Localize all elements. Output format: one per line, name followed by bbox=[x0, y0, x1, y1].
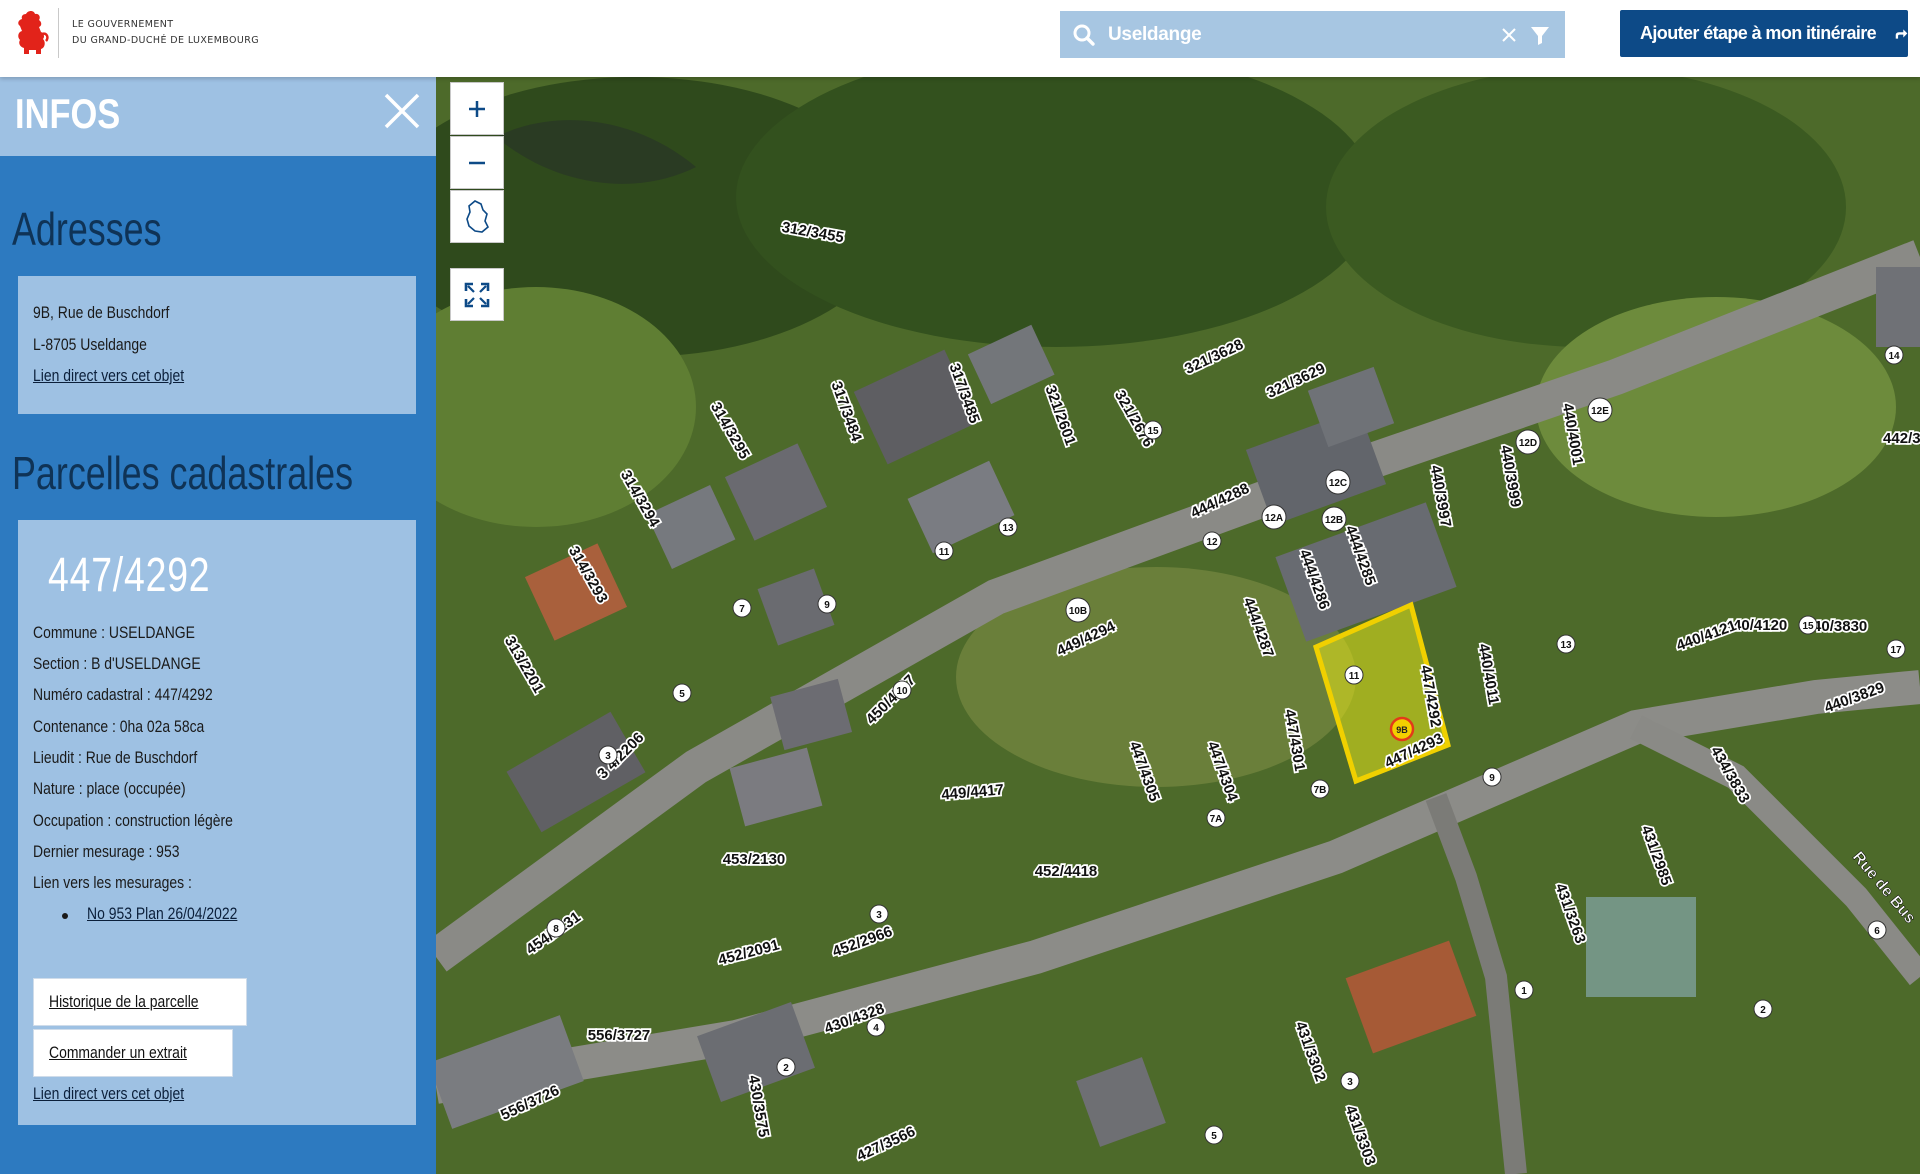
house-number: 8 bbox=[553, 924, 559, 935]
zoom-out-button[interactable] bbox=[450, 136, 504, 189]
parcel-card: 447/4292 Commune : USELDANGE Section : B… bbox=[18, 520, 416, 1125]
house-number: 12A bbox=[1265, 513, 1283, 524]
parcel-dernier-mesurage: Dernier mesurage : 953 bbox=[33, 842, 180, 861]
house-number: 12B bbox=[1325, 515, 1343, 526]
house-number: 1 bbox=[1521, 986, 1527, 997]
addresses-title: Adresses bbox=[12, 203, 162, 255]
map-view[interactable]: 9B 312/3455 317/3485 317/3484 314/3295 314/3… bbox=[436, 77, 1920, 1174]
parcel-commune: Commune : USELDANGE bbox=[33, 623, 195, 642]
house-number: 12C bbox=[1329, 478, 1347, 489]
add-itinerary-step-button[interactable]: Ajouter étape à mon itinéraire bbox=[1620, 10, 1908, 57]
bullet-dot bbox=[62, 913, 68, 919]
country-extent-button[interactable] bbox=[450, 190, 504, 243]
luxembourg-outline-icon bbox=[466, 199, 489, 233]
logo-divider bbox=[58, 8, 59, 58]
address-line-2: L-8705 Useldange bbox=[33, 335, 147, 354]
house-number: 2 bbox=[783, 1063, 789, 1074]
order-extract-button[interactable]: Commander un extrait bbox=[33, 1029, 234, 1077]
house-number: 6 bbox=[1874, 926, 1880, 937]
house-number: 12E bbox=[1591, 406, 1609, 417]
house-number: 17 bbox=[1890, 645, 1902, 656]
house-number: 7 bbox=[739, 604, 745, 615]
top-header: LE GOUVERNEMENT DU GRAND-DUCHÉ DE LUXEMB… bbox=[0, 0, 1920, 77]
house-number: 3 bbox=[1347, 1077, 1353, 1088]
parcel-label: 442/34 bbox=[1883, 430, 1920, 447]
address-line-1: 9B, Rue de Buschdorf bbox=[33, 303, 170, 322]
parcel-history-label: Historique de la parcelle bbox=[49, 992, 199, 1011]
order-extract-label: Commander un extrait bbox=[49, 1043, 187, 1062]
close-icon[interactable] bbox=[382, 91, 422, 131]
search-icon[interactable] bbox=[1072, 23, 1096, 47]
parcel-lieudit: Lieudit : Rue de Buschdorf bbox=[33, 748, 198, 767]
house-number: 3 bbox=[876, 910, 882, 921]
house-number: 11 bbox=[1349, 671, 1360, 682]
zoom-out-icon bbox=[469, 161, 485, 164]
house-number: 7B bbox=[1314, 785, 1327, 796]
parcel-contenance: Contenance : 0ha 02a 58ca bbox=[33, 717, 205, 736]
search-box[interactable] bbox=[1060, 11, 1565, 58]
house-number: 15 bbox=[1802, 621, 1814, 632]
info-panel: INFOS Adresses 9B, Rue de Buschdorf L-87… bbox=[0, 77, 436, 1174]
fullscreen-icon bbox=[464, 282, 490, 307]
parcel-nature: Nature : place (occupée) bbox=[33, 779, 186, 798]
info-panel-header: INFOS bbox=[0, 77, 436, 156]
parcels-title: Parcelles cadastrales bbox=[12, 447, 354, 499]
house-number: 4 bbox=[873, 1023, 879, 1034]
mesurage-plan-link[interactable]: No 953 Plan 26/04/2022 bbox=[87, 904, 237, 924]
parcel-section: Section : B d'USELDANGE bbox=[33, 654, 201, 673]
house-number: 10B bbox=[1069, 606, 1087, 617]
fullscreen-button[interactable] bbox=[450, 268, 504, 321]
address-card: 9B, Rue de Buschdorf L-8705 Useldange Li… bbox=[18, 276, 416, 414]
parcel-history-button[interactable]: Historique de la parcelle bbox=[33, 978, 248, 1026]
logo-line-1: LE GOUVERNEMENT bbox=[72, 19, 174, 30]
house-number: 13 bbox=[1002, 523, 1014, 534]
house-number: 5 bbox=[679, 689, 685, 700]
zoom-in-icon bbox=[469, 100, 485, 117]
parcel-direct-link[interactable]: Lien direct vers cet objet bbox=[33, 1084, 184, 1104]
zoom-in-button[interactable] bbox=[450, 82, 504, 135]
house-number: 12D bbox=[1519, 438, 1537, 449]
logo-line-2: DU GRAND-DUCHÉ DE LUXEMBOURG bbox=[72, 35, 260, 46]
house-number: 5 bbox=[1211, 1131, 1217, 1142]
filter-icon[interactable] bbox=[1529, 24, 1551, 46]
house-number: 9 bbox=[1489, 773, 1495, 784]
red-lion-icon[interactable] bbox=[14, 8, 50, 58]
clear-search-icon[interactable] bbox=[1499, 25, 1519, 45]
itinerary-button-label: Ajouter étape à mon itinéraire bbox=[1640, 23, 1877, 43]
house-number: 15 bbox=[1147, 426, 1159, 437]
address-direct-link[interactable]: Lien direct vers cet objet bbox=[33, 366, 184, 386]
route-arrow-icon bbox=[1895, 28, 1908, 39]
house-number: 2 bbox=[1760, 1005, 1766, 1016]
house-number: 14 bbox=[1888, 351, 1900, 362]
house-number: 7A bbox=[1210, 814, 1223, 825]
search-input[interactable] bbox=[1096, 11, 1499, 58]
government-logo-text: LE GOUVERNEMENT DU GRAND-DUCHÉ DE LUXEMB… bbox=[72, 17, 259, 49]
aerial-map[interactable]: 9B 312/3455317/3485317/3484314/3295314/3… bbox=[436, 77, 1920, 1174]
house-number: 12 bbox=[1206, 537, 1218, 548]
parcel-numero: Numéro cadastral : 447/4292 bbox=[33, 685, 213, 704]
parcel-marker-label: 9B bbox=[1396, 725, 1408, 735]
parcel-label: 556/3727 bbox=[588, 1027, 651, 1044]
house-number: 13 bbox=[1560, 640, 1572, 651]
parcel-number: 447/4292 bbox=[48, 549, 211, 602]
parcel-lien-mesurages: Lien vers les mesurages : bbox=[33, 873, 192, 892]
house-number: 10 bbox=[896, 686, 908, 697]
parcel-label: 452/4418 bbox=[1035, 863, 1098, 880]
parcel-occupation: Occupation : construction légère bbox=[33, 811, 233, 830]
house-number: 3 bbox=[605, 751, 611, 762]
house-number: 11 bbox=[939, 547, 950, 558]
house-number: 9 bbox=[824, 600, 830, 611]
parcel-label: 453/2130 bbox=[723, 851, 786, 868]
panel-title: INFOS bbox=[15, 90, 121, 137]
